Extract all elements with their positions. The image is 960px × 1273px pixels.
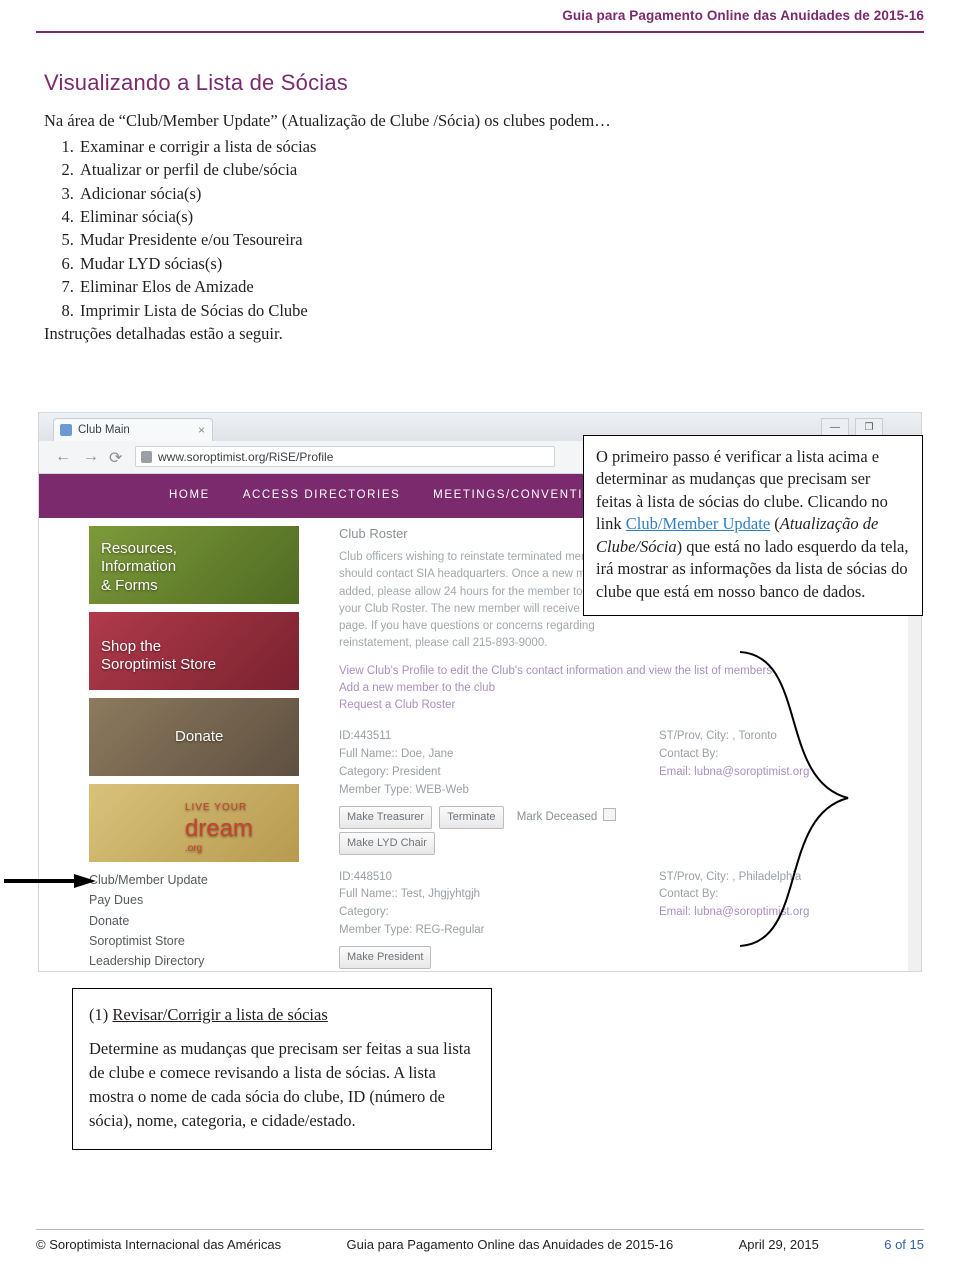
sidebar-item-leadership-directory[interactable]: Leadership Directory (89, 951, 218, 971)
promo-line-1: Shop the (101, 638, 162, 655)
callout-box: O primeiro passo é verificar a lista aci… (583, 435, 923, 617)
terminate-button[interactable]: Terminate (439, 805, 504, 829)
sidebar-item-club-member-update[interactable]: Club/Member Update (89, 870, 218, 890)
list-item: Adicionar sócia(s) (78, 182, 924, 205)
note-box-number: (1) (89, 1005, 109, 1024)
promo-donate[interactable]: Donate (89, 698, 299, 776)
browser-tab[interactable]: Club Main × (53, 418, 213, 441)
promo-live-your-dream[interactable]: LIVE YOUR dream .org (89, 784, 299, 862)
curly-brace-annotation (739, 651, 852, 947)
page-header: Guia para Pagamento Online das Anuidades… (0, 8, 960, 34)
list-item: Mudar LYD sócias(s) (78, 252, 924, 275)
footer-page-number: 6 of 15 (884, 1237, 924, 1252)
page-footer: © Soroptimista Internacional das América… (36, 1229, 924, 1255)
pointer-arrow (4, 874, 96, 888)
address-bar-url: www.soroptimist.org/RiSE/Profile (158, 450, 334, 464)
list-item: Atualizar or perfil de clube/sócia (78, 158, 924, 181)
promo-line-2: Soroptimist Store (101, 656, 217, 674)
page-info-icon (141, 451, 152, 463)
footer-rule (36, 1229, 924, 1230)
sidebar-item-donate[interactable]: Donate (89, 911, 218, 931)
document-content: Visualizando a Lista de Sócias Na área d… (44, 70, 924, 362)
forward-icon[interactable]: → (83, 448, 99, 466)
steps-list: Examinar e corrigir a lista de sócias At… (44, 135, 924, 322)
promo-shop[interactable]: Shop the Soroptimist Store (89, 612, 299, 690)
list-item: Eliminar sócia(s) (78, 205, 924, 228)
note-box-heading: Revisar/Corrigir a lista de sócias (112, 1005, 328, 1024)
footer-title: Guia para Pagamento Online das Anuidades… (346, 1237, 674, 1252)
list-item: Examinar e corrigir a lista de sócias (78, 135, 924, 158)
nav-item-access-directories[interactable]: ACCESS DIRECTORIES (243, 489, 401, 501)
callout-link[interactable]: Club/Member Update (626, 514, 770, 533)
footer-copyright: © Soroptimista Internacional das América… (36, 1237, 282, 1252)
promo-line-1: LIVE YOUR (185, 802, 248, 813)
note-box-body: Determine as mudanças que precisam ser f… (89, 1039, 471, 1131)
mark-deceased-label: Mark Deceased (516, 810, 598, 823)
promo-line-2: dream (185, 815, 254, 843)
promo-column: Resources, Information & Forms Shop the … (89, 526, 299, 870)
promo-line-3: .org (185, 843, 203, 855)
favicon-icon (60, 424, 72, 436)
address-bar[interactable]: www.soroptimist.org/RiSE/Profile (135, 446, 555, 467)
browser-tab-label: Club Main (78, 424, 130, 436)
footer-date: April 29, 2015 (738, 1237, 819, 1252)
after-list-text: Instruções detalhadas estão a seguir. (44, 324, 283, 344)
back-icon[interactable]: ← (55, 448, 71, 466)
nav-item-home[interactable]: HOME (169, 489, 210, 501)
screenshot-figure: Club Main × — ❐ ✕ ← → ⟳ www.soroptimist.… (4, 412, 923, 972)
list-item: Mudar Presidente e/ou Tesoureira (78, 228, 924, 251)
sidebar-item-club-member-directory[interactable]: Club Member Directory (89, 971, 218, 972)
promo-resources[interactable]: Resources, Information & Forms (89, 526, 299, 604)
lead-paragraph: Na área de “Club/Member Update” (Atualiz… (44, 111, 611, 130)
sidebar-item-soroptimist-store[interactable]: Soroptimist Store (89, 931, 218, 951)
mark-deceased-checkbox[interactable] (603, 807, 617, 821)
promo-line-1: Resources, (101, 540, 177, 557)
list-item: Eliminar Elos de Amizade (78, 275, 924, 298)
page-title: Visualizando a Lista de Sócias (44, 70, 349, 95)
sidebar-links: Club/Member Update Pay Dues Donate Sorop… (89, 870, 218, 972)
promo-line-1: Donate (175, 728, 224, 745)
make-president-button[interactable]: Make President (339, 945, 432, 969)
make-lyd-chair-button[interactable]: Make LYD Chair (339, 831, 435, 855)
promo-line-2: Information (101, 558, 177, 576)
header-title: Guia para Pagamento Online das Anuidades… (562, 8, 924, 23)
callout-text-part2: ( (770, 514, 780, 534)
note-box-title: (1) Revisar/Corrigir a lista de sócias (89, 1003, 475, 1027)
list-item: Imprimir Lista de Sócias do Clube (78, 299, 924, 322)
promo-line-3: & Forms (101, 576, 158, 594)
window-controls[interactable]: — ❐ ✕ (819, 417, 915, 459)
sidebar-item-pay-dues[interactable]: Pay Dues (89, 890, 218, 910)
make-treasurer-button[interactable]: Make Treasurer (339, 805, 433, 829)
close-icon[interactable]: × (198, 419, 205, 442)
note-box: (1) Revisar/Corrigir a lista de sócias D… (72, 988, 492, 1151)
reload-icon[interactable]: ⟳ (109, 448, 122, 468)
header-rule (36, 31, 924, 33)
